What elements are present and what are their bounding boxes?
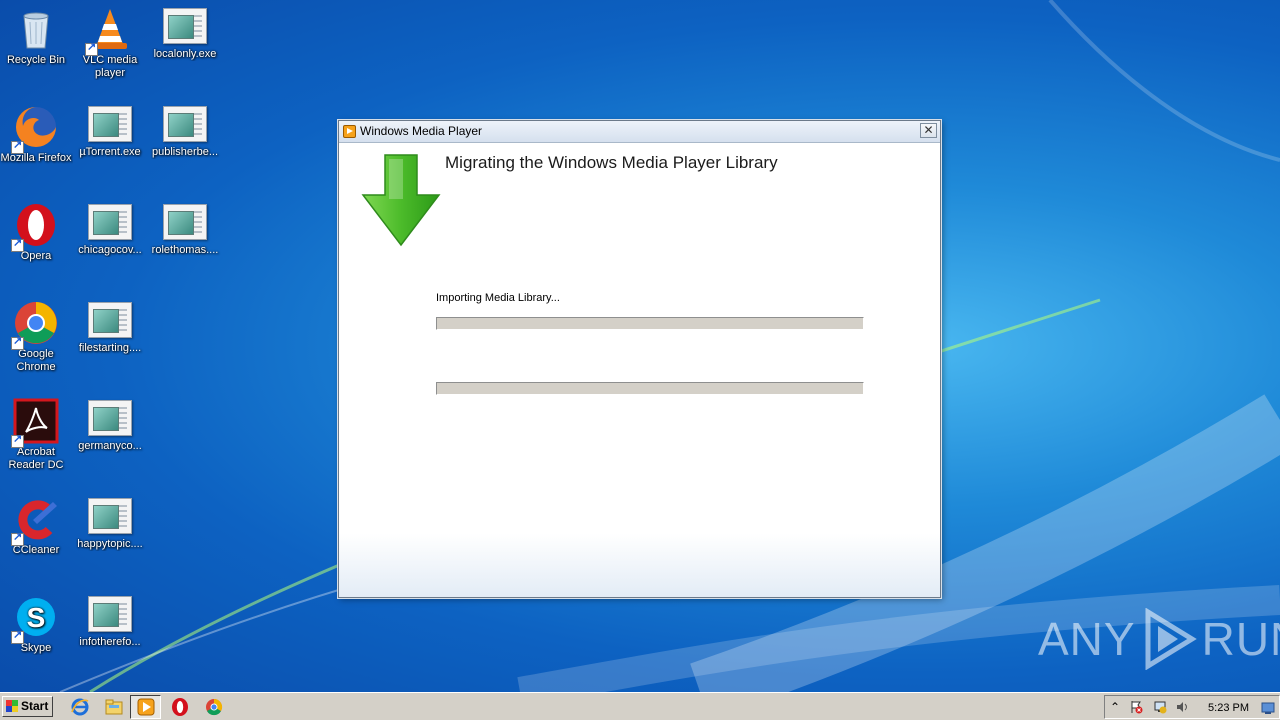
watermark-text-left: ANY xyxy=(1038,613,1136,665)
desktop-icon-filestarting[interactable]: filestarting.... xyxy=(73,294,147,355)
executable-file-icon xyxy=(88,498,132,534)
shortcut-arrow-icon xyxy=(11,433,24,448)
start-button[interactable]: Start xyxy=(2,696,53,717)
dialog-title: Windows Media Player xyxy=(360,124,483,138)
windows-media-player-icon xyxy=(137,698,155,716)
volume-icon[interactable] xyxy=(1175,700,1189,714)
desktop-icon-chicagocov[interactable]: chicagocov... xyxy=(73,196,147,257)
acrobat-reader-icon xyxy=(11,398,59,448)
taskbar-item-windows-media-player[interactable] xyxy=(130,695,161,719)
desktop-icon-label: µTorrent.exe xyxy=(79,146,141,158)
desktop-icon-ccleaner[interactable]: CCleaner xyxy=(0,490,73,557)
shortcut-arrow-icon xyxy=(11,139,24,154)
import-progress-bar xyxy=(436,317,864,330)
desktop-icon-opera[interactable]: Opera xyxy=(0,196,73,263)
shortcut-arrow-icon xyxy=(11,335,24,350)
desktop-icon-localonly[interactable]: localonly.exe xyxy=(148,0,222,61)
opera-icon[interactable] xyxy=(170,697,190,717)
executable-file-icon xyxy=(88,400,132,436)
desktop-icon-skype[interactable]: S Skype xyxy=(0,588,73,655)
file-explorer-icon[interactable] xyxy=(104,697,124,717)
desktop-icon-vlc[interactable]: VLC media player xyxy=(73,0,147,80)
shortcut-arrow-icon xyxy=(85,41,98,56)
watermark-text-right: RUN xyxy=(1201,613,1280,665)
close-button[interactable]: ✕ xyxy=(920,123,937,138)
executable-file-icon xyxy=(88,302,132,338)
wmp-migration-dialog[interactable]: Windows Media Player ✕ Migrating the Win… xyxy=(338,120,941,598)
chrome-icon[interactable] xyxy=(204,697,224,717)
vlc-cone-icon xyxy=(85,6,133,56)
desktop-icon-label: Google Chrome xyxy=(16,348,56,373)
desktop-icon-utorrent[interactable]: µTorrent.exe xyxy=(73,98,147,159)
firefox-icon xyxy=(11,104,59,154)
desktop-icon-label: infotherefo... xyxy=(79,636,141,648)
dialog-heading: Migrating the Windows Media Player Libra… xyxy=(445,153,778,172)
desktop-icon-label: VLC media player xyxy=(82,54,138,79)
windows-media-player-icon xyxy=(343,125,356,138)
desktop-icon-label: rolethomas.... xyxy=(151,244,219,256)
desktop-icon-label: publisherbe... xyxy=(151,146,219,158)
desktop-icon-acrobat[interactable]: Acrobat Reader DC xyxy=(0,392,73,472)
svg-text:S: S xyxy=(27,602,46,633)
skype-icon: S xyxy=(11,594,59,644)
taskbar: Start ⌃ 5:23 PM xyxy=(0,692,1280,720)
executable-file-icon xyxy=(88,106,132,142)
recycle-bin-icon xyxy=(13,6,59,52)
desktop-icon-germanyco[interactable]: germanyco... xyxy=(73,392,147,453)
dialog-body: Migrating the Windows Media Player Libra… xyxy=(339,143,940,597)
shortcut-arrow-icon xyxy=(11,531,24,546)
opera-icon xyxy=(11,202,59,252)
desktop-icon-label: filestarting.... xyxy=(78,342,142,354)
green-down-arrow-icon xyxy=(361,154,441,247)
shortcut-arrow-icon xyxy=(11,237,24,252)
desktop-icon-recycle-bin[interactable]: Recycle Bin xyxy=(0,0,73,67)
internet-explorer-icon[interactable] xyxy=(70,697,90,717)
anyrun-watermark: ANY RUN xyxy=(1038,604,1280,674)
dialog-titlebar[interactable]: Windows Media Player ✕ xyxy=(339,121,940,143)
action-center-flag-icon[interactable] xyxy=(1129,700,1143,714)
start-label: Start xyxy=(21,699,49,713)
play-logo-icon xyxy=(1145,608,1197,670)
desktop-icon-label: Acrobat Reader DC xyxy=(8,446,64,471)
desktop-icon-firefox[interactable]: Mozilla Firefox xyxy=(0,98,73,165)
desktop-icon-publisherbe[interactable]: publisherbe... xyxy=(148,98,222,159)
desktop-icon-label: localonly.exe xyxy=(153,48,217,60)
desktop-icon-label: Recycle Bin xyxy=(6,54,66,66)
desktop-icon-label: germanyco... xyxy=(78,440,142,452)
show-hidden-icons-button[interactable]: ⌃ xyxy=(1108,700,1122,714)
executable-file-icon xyxy=(163,204,207,240)
taskbar-clock[interactable]: 5:23 PM xyxy=(1208,702,1249,714)
windows-logo-icon xyxy=(6,700,18,712)
executable-file-icon xyxy=(88,204,132,240)
desktop-icon-label: happytopic.... xyxy=(77,538,143,550)
desktop-icon-infotherefo[interactable]: infotherefo... xyxy=(73,588,147,649)
system-tray: ⌃ 5:23 PM xyxy=(1104,695,1280,719)
executable-file-icon xyxy=(88,596,132,632)
chrome-icon xyxy=(11,300,59,350)
executable-file-icon xyxy=(163,8,207,44)
desktop-icon-happytopic[interactable]: happytopic.... xyxy=(73,490,147,551)
desktop-icon-chrome[interactable]: Google Chrome xyxy=(0,294,73,374)
shortcut-arrow-icon xyxy=(11,629,24,644)
desktop-icon-rolethomas[interactable]: rolethomas.... xyxy=(148,196,222,257)
executable-file-icon xyxy=(163,106,207,142)
secondary-progress-bar xyxy=(436,382,864,395)
ccleaner-icon xyxy=(11,496,59,546)
import-status-text: Importing Media Library... xyxy=(436,292,560,304)
desktop-icon-label: chicagocov... xyxy=(78,244,142,256)
show-desktop-icon[interactable] xyxy=(1261,701,1275,715)
network-icon[interactable] xyxy=(1153,700,1167,714)
